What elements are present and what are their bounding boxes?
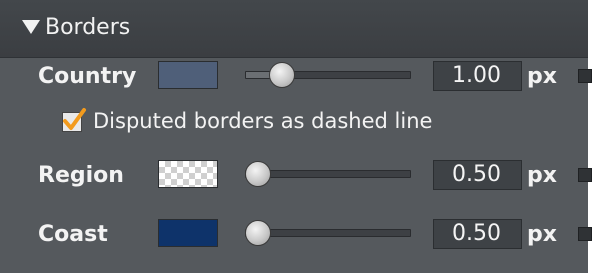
coast-option-button[interactable] — [578, 227, 592, 241]
country-label: Country — [38, 64, 137, 89]
triangle-down-icon[interactable] — [22, 20, 40, 34]
section-title: Borders — [45, 15, 131, 40]
region-slider-thumb[interactable] — [245, 161, 271, 187]
country-width-input[interactable]: 1.00 — [433, 61, 522, 91]
region-option-button[interactable] — [578, 168, 592, 182]
region-label: Region — [38, 163, 124, 188]
borders-panel: Borders Country 1.00 px Disputed borders… — [0, 0, 600, 273]
country-slider-thumb[interactable] — [269, 62, 296, 88]
region-unit-label: px — [527, 163, 557, 188]
region-width-input[interactable]: 0.50 — [433, 160, 522, 190]
country-unit-label: px — [527, 64, 557, 89]
coast-width-input[interactable]: 0.50 — [433, 219, 522, 249]
region-color-swatch[interactable] — [158, 160, 218, 188]
coast-label: Coast — [38, 222, 108, 247]
borders-section-header[interactable]: Borders — [0, 0, 588, 58]
checkmark-icon — [63, 108, 86, 130]
country-color-swatch[interactable] — [158, 61, 218, 89]
disputed-borders-label[interactable]: Disputed borders as dashed line — [93, 108, 432, 134]
disputed-borders-checkbox[interactable] — [62, 108, 86, 132]
coast-unit-label: px — [527, 222, 557, 247]
country-option-button[interactable] — [578, 69, 592, 83]
coast-slider-thumb[interactable] — [245, 220, 271, 246]
coast-color-swatch[interactable] — [158, 219, 218, 247]
